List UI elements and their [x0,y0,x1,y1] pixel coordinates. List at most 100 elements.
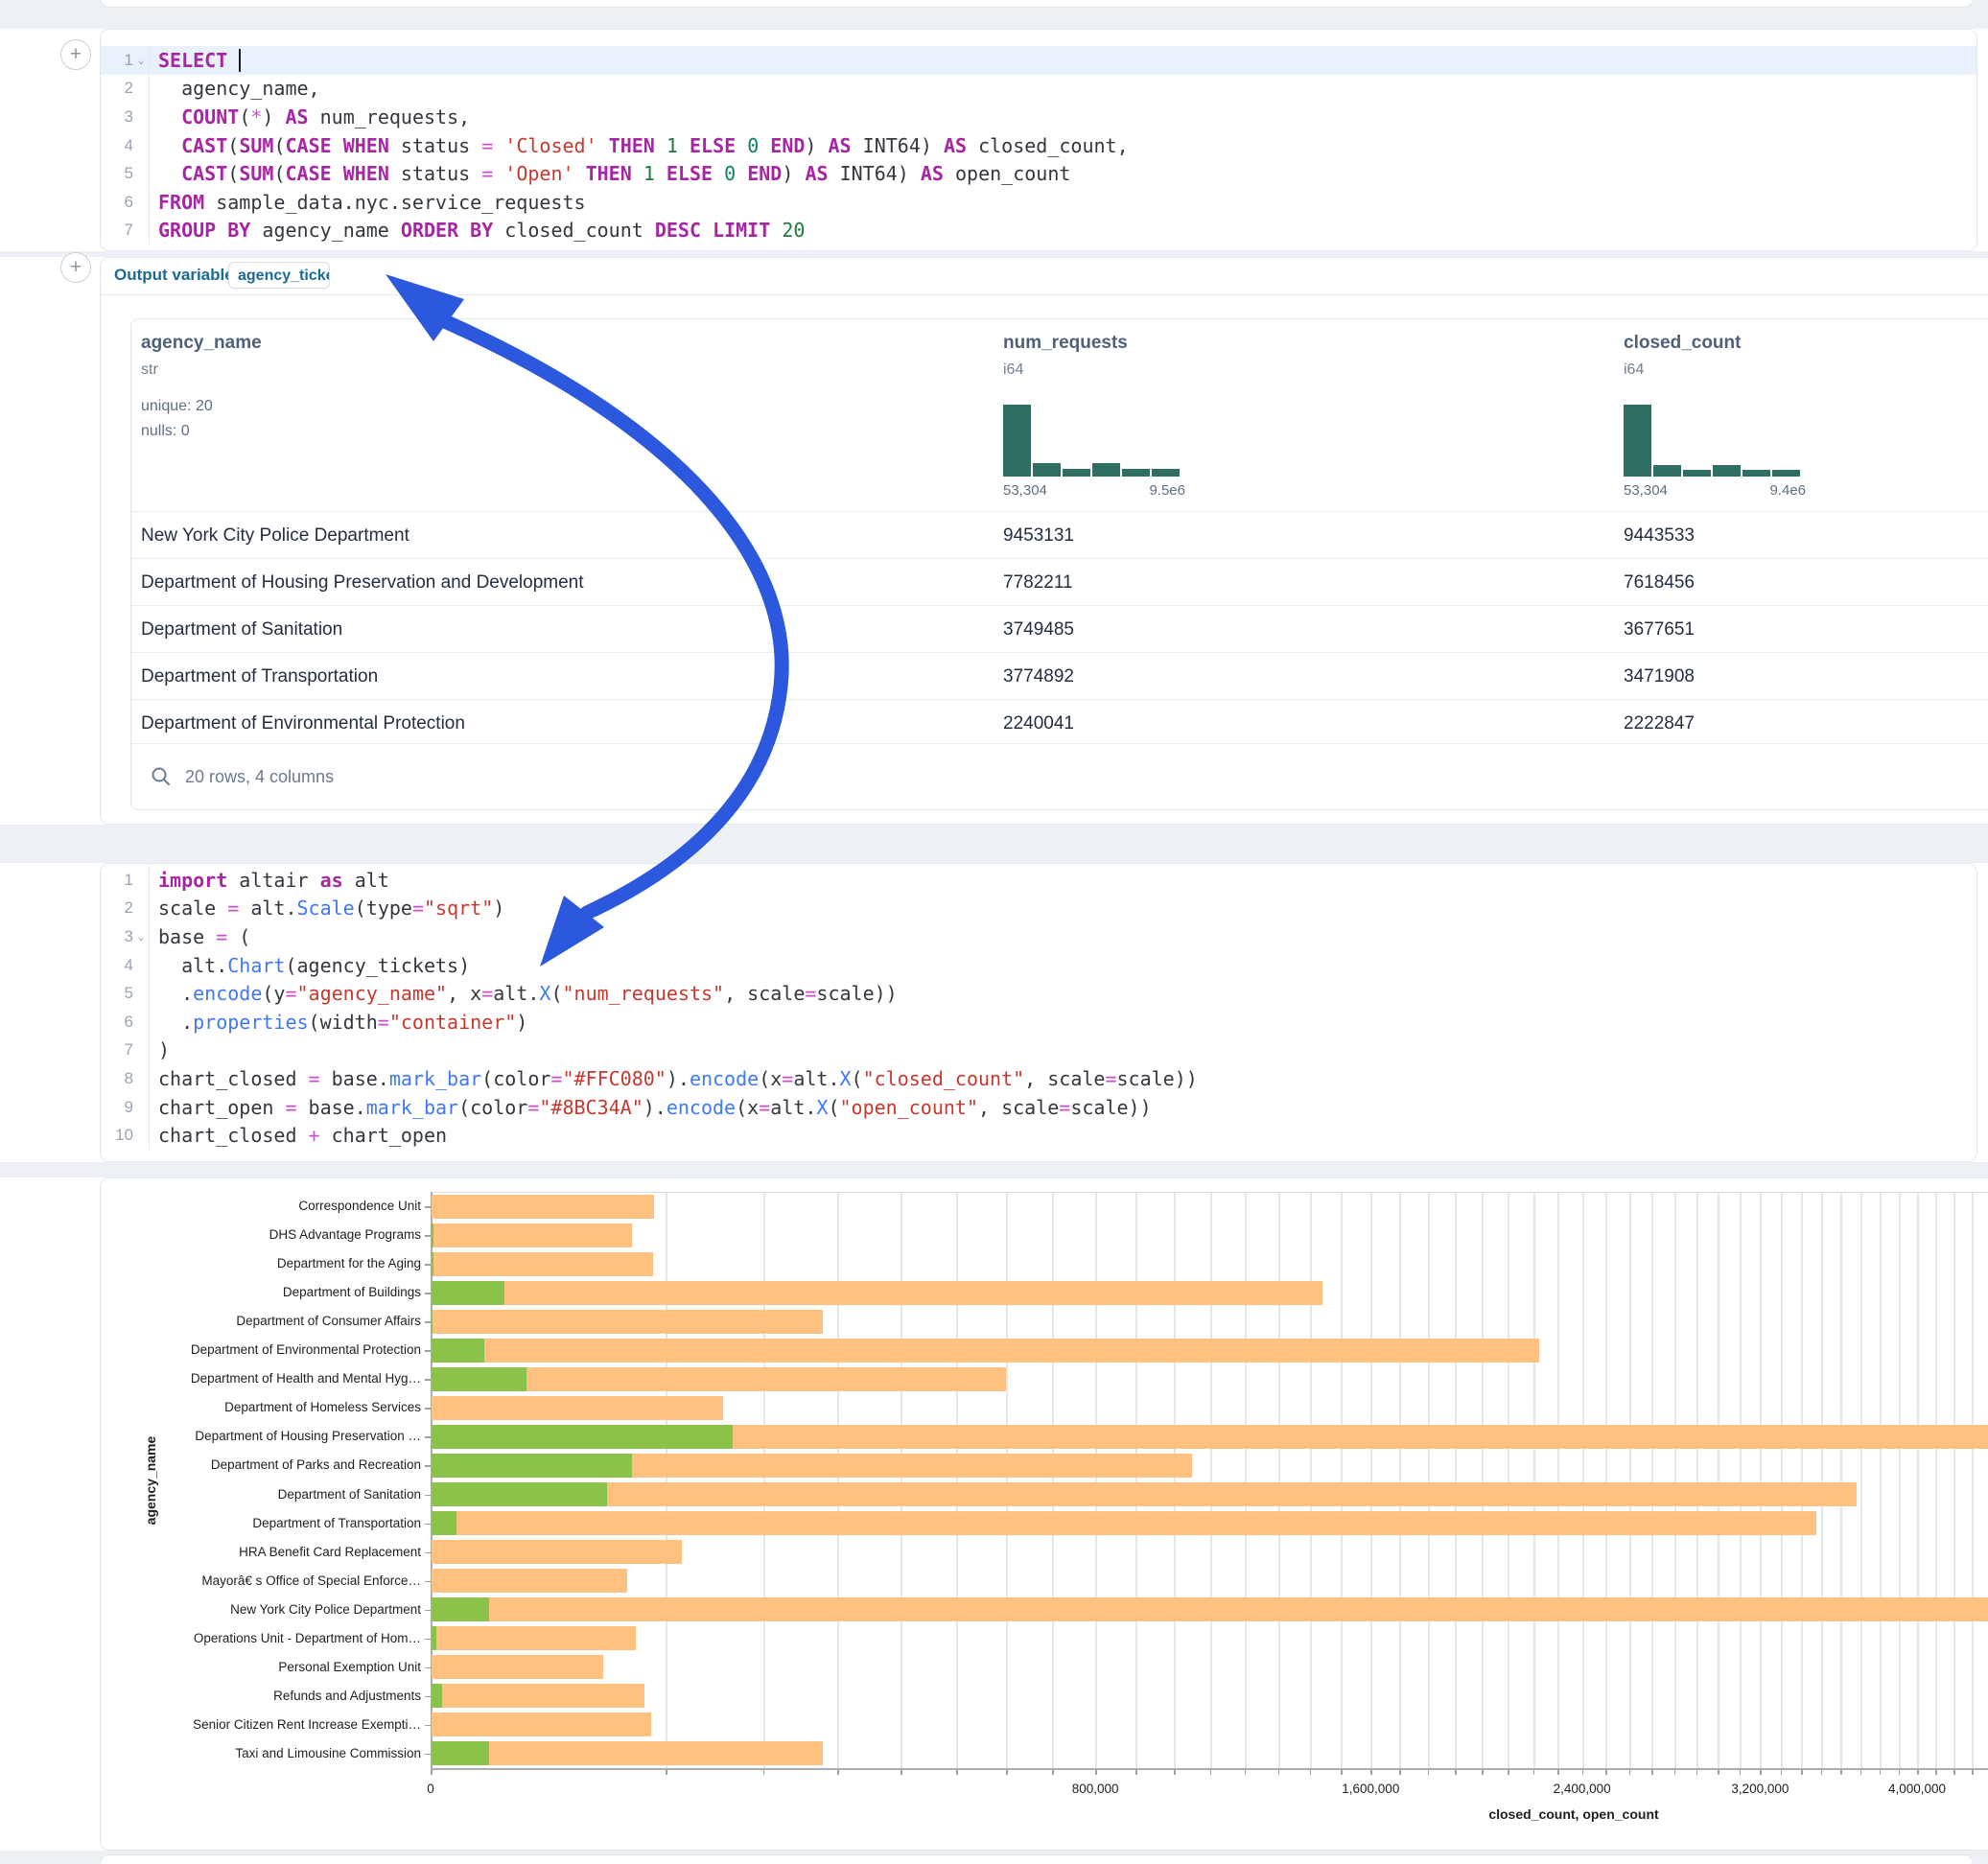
line-number: 8 [101,1069,133,1088]
code-line[interactable]: 1import altair as alt [101,866,1976,895]
add-cell-button[interactable]: + [60,252,91,283]
column-header-closed_count[interactable]: closed_count [1624,333,1741,354]
table-cell: 3677651 [1624,606,1695,653]
code-token: = [309,1067,320,1090]
code-token: (y [262,982,285,1005]
table-row[interactable]: Department of Sanitation37494853677651 [131,605,1988,653]
gridline [1557,1192,1559,1768]
chart-bar-open [432,1626,436,1650]
code-line[interactable]: 4 alt.Chart(agency_tickets) [101,951,1976,980]
line-number: 2 [101,79,133,98]
code-token: (width [309,1011,378,1034]
code-line[interactable]: 10chart_closed + chart_open [101,1121,1976,1150]
code-token: agency_name, [158,77,320,100]
gridline [1399,1192,1401,1768]
table-row[interactable]: Department of Transportation377489234719… [131,652,1988,700]
sql-cell[interactable]: 1⌄SELECT 2 agency_name,3 COUNT(*) AS num… [100,29,1977,251]
code-token [597,134,609,157]
histogram-min-label: 53,304 [1003,482,1047,499]
column-type: i64 [1003,361,1023,379]
chart-bar-closed [432,1339,1539,1363]
code-token: Chart [227,954,285,977]
table-cell: 7782211 [1003,559,1073,606]
code-token: ). [643,1096,667,1119]
code-token: ELSE [690,134,736,157]
table-row[interactable]: Department of Environmental Protection22… [131,699,1988,747]
code-line[interactable]: 2scale = alt.Scale(type="sqrt") [101,895,1976,923]
code-token: as [320,869,343,892]
chart-bar-closed [432,1713,651,1736]
gridline [1651,1192,1653,1768]
table-row[interactable]: Department of Housing Preservation and D… [131,558,1988,606]
code-line[interactable]: 5 .encode(y="agency_name", x=alt.X("num_… [101,979,1976,1008]
plot-border-top [431,1192,1988,1193]
code-token: properties [193,1011,308,1034]
y-axis-label: Department of Consumer Affairs [133,1314,421,1328]
code-line[interactable]: 4 CAST(SUM(CASE WHEN status = 'Closed' T… [101,131,1976,160]
line-number: 10 [101,1126,133,1145]
code-line[interactable]: 7GROUP BY agency_name ORDER BY closed_co… [101,217,1976,245]
search-icon[interactable] [151,766,172,787]
gridline [666,1192,667,1768]
line-gutter: 2 [101,895,149,923]
code-token: = [1105,1067,1116,1090]
gridline [1245,1192,1247,1768]
line-number: 6 [101,193,133,212]
code-token: (x [759,1067,782,1090]
column-header-agency_name[interactable]: agency_name [141,333,262,354]
code-token: THEN [586,162,632,185]
code-line[interactable]: 3 COUNT(*) AS num_requests, [101,103,1976,131]
y-axis-label: Department of Environmental Protection [133,1342,421,1357]
code-line[interactable]: 5 CAST(SUM(CASE WHEN status = 'Open' THE… [101,159,1976,188]
code-token: , scale [724,982,805,1005]
y-axis-tick [425,1436,431,1438]
code-token: encode [667,1096,736,1119]
python-cell[interactable]: 1import altair as alt2scale = alt.Scale(… [100,863,1977,1162]
code-token: = [285,1096,296,1119]
fold-chevron-icon[interactable]: ⌄ [133,930,149,943]
code-token: SELECT [158,49,227,72]
code-line[interactable]: 8chart_closed = base.mark_bar(color="#FF… [101,1064,1976,1093]
code-token: AS [829,134,852,157]
code-token: 'Closed' [504,134,596,157]
cell-gap [0,1162,1988,1177]
table-cell: Department of Transportation [141,653,378,700]
divider [101,294,1988,295]
output-variable-input[interactable]: agency_tickets [228,262,330,289]
gridline [1696,1192,1698,1768]
add-cell-button[interactable]: + [60,39,91,70]
table-cell: 2222847 [1624,700,1695,747]
code-token: base [158,925,216,948]
chart-bar-closed [432,1569,627,1593]
code-line[interactable]: 6 .properties(width="container") [101,1008,1976,1037]
line-gutter: 3⌄ [101,922,149,951]
y-axis-tick [425,1610,431,1612]
code-token [736,162,747,185]
code-token: "open_count" [840,1096,979,1119]
table-cell: 3749485 [1003,606,1074,653]
chart-bar-open [432,1310,433,1334]
code-line[interactable]: 6FROM sample_data.nyc.service_requests [101,188,1976,217]
table-row[interactable]: New York City Police Department945313194… [131,511,1988,559]
code-line[interactable]: 7) [101,1037,1976,1065]
code-text: GROUP BY agency_name ORDER BY closed_cou… [149,217,1976,245]
code-token: = [285,982,296,1005]
line-gutter: 4 [101,951,149,980]
column-type: i64 [1624,361,1644,379]
line-number: 4 [101,956,133,975]
sql-code-editor[interactable]: 1⌄SELECT 2 agency_name,3 COUNT(*) AS num… [101,46,1976,245]
histogram-bar [1624,405,1651,477]
code-token: SUM [239,134,273,157]
column-header-num_requests[interactable]: num_requests [1003,333,1128,354]
python-code-editor[interactable]: 1import altair as alt2scale = alt.Scale(… [101,866,1976,1150]
code-line[interactable]: 9chart_open = base.mark_bar(color="#8BC3… [101,1093,1976,1122]
y-axis-tick [425,1264,431,1266]
code-line[interactable]: 2 agency_name, [101,75,1976,104]
code-line[interactable]: 3⌄base = ( [101,922,1976,951]
table-footer: 20 rows, 4 columns [131,743,1988,809]
code-token: END [747,162,782,185]
line-gutter: 7 [101,1037,149,1065]
code-token [227,49,239,72]
code-line[interactable]: 1⌄SELECT [101,46,1976,75]
fold-chevron-icon[interactable]: ⌄ [133,54,149,66]
